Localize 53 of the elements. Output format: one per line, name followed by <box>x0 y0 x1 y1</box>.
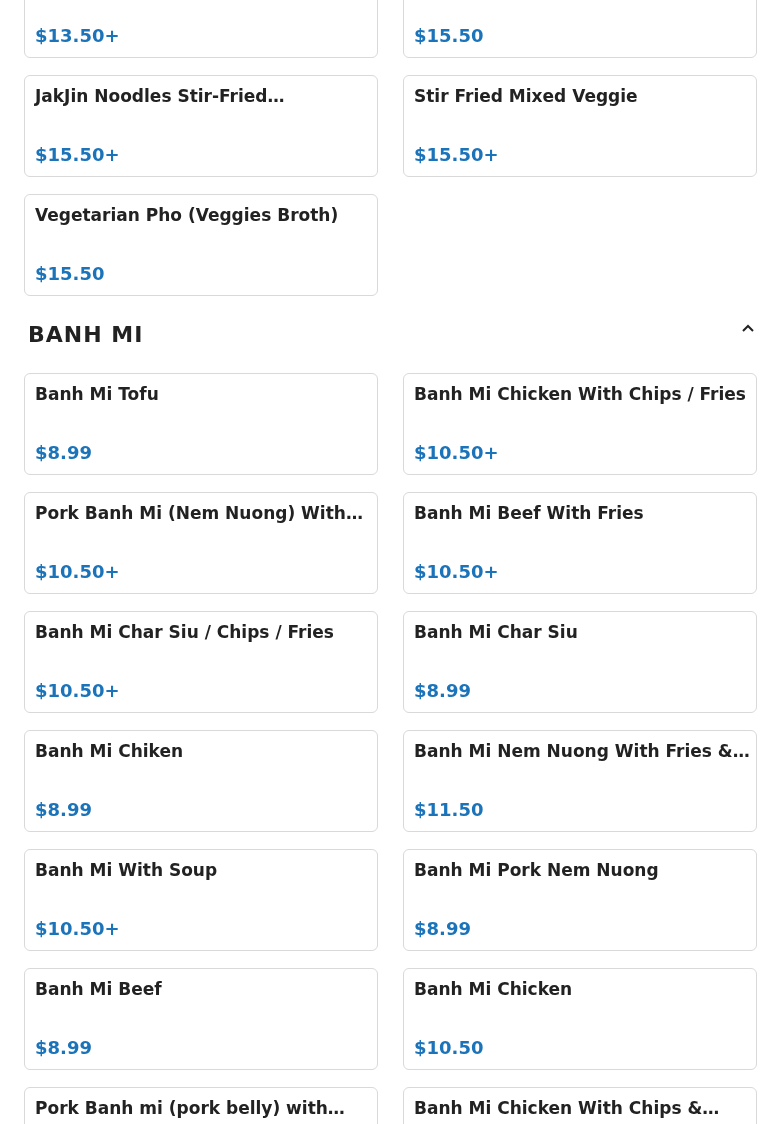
menu-item-card[interactable]: Pork Banh mi (pork belly) with… <box>24 1087 378 1124</box>
item-price: $10.50+ <box>35 917 121 941</box>
menu-item-card[interactable]: Banh Mi Char Siu $8.99 <box>403 611 757 713</box>
item-price: $8.99 <box>35 441 93 465</box>
item-price: $10.50+ <box>35 560 121 584</box>
menu-item-card[interactable]: Banh Mi Pork Nem Nuong $8.99 <box>403 849 757 951</box>
menu-item-card[interactable]: Banh Mi Beef $8.99 <box>24 968 378 1070</box>
item-name: Banh Mi Chicken <box>414 978 574 1000</box>
item-name: Pork Banh mi (pork belly) with… <box>35 1097 346 1119</box>
item-price: $8.99 <box>414 917 472 941</box>
menu-item-card[interactable]: Pork Banh Mi (Nem Nuong) With… $10.50+ <box>24 492 378 594</box>
menu-item-card[interactable]: JakJin Noodles Stir-Fried… $15.50+ <box>24 75 378 177</box>
item-price: $15.50+ <box>35 143 121 167</box>
item-price: $15.50 <box>35 262 106 286</box>
item-price: $8.99 <box>35 798 93 822</box>
menu-item-card[interactable]: Banh Mi Tofu $8.99 <box>24 373 378 475</box>
item-name: Banh Mi Beef <box>35 978 163 1000</box>
menu-item-card[interactable]: $15.50 <box>403 0 757 58</box>
item-name: Banh Mi Chicken With Chips / Fries <box>414 383 746 405</box>
menu-item-card[interactable]: Banh Mi Nem Nuong With Fries &… $11.50 <box>403 730 757 832</box>
item-name: Banh Mi Char Siu / Chips / Fries <box>35 621 335 643</box>
menu-item-card[interactable]: Banh Mi Chicken With Chips / Fries $10.50+ <box>403 373 757 475</box>
item-price: $15.50 <box>414 24 485 48</box>
item-name: Banh Mi Char Siu <box>414 621 579 643</box>
menu-item-card[interactable]: Banh Mi With Soup $10.50+ <box>24 849 378 951</box>
item-price: $10.50+ <box>414 560 500 584</box>
menu-item-card[interactable]: Banh Mi Chicken With Chips &… <box>403 1087 757 1124</box>
item-price: $13.50+ <box>35 24 121 48</box>
item-name: Banh Mi Tofu <box>35 383 160 405</box>
item-name: Pork Banh Mi (Nem Nuong) With… <box>35 502 364 524</box>
item-price: $8.99 <box>414 679 472 703</box>
section-title: BANH MI <box>28 322 144 347</box>
menu-item-card[interactable]: Vegetarian Pho (Veggies Broth) $15.50 <box>24 194 378 296</box>
item-name: Stir Fried Mixed Veggie <box>414 85 639 107</box>
item-price: $8.99 <box>35 1036 93 1060</box>
item-name: Banh Mi Chiken <box>35 740 185 762</box>
item-price: $15.50+ <box>414 143 500 167</box>
item-price: $10.50+ <box>414 441 500 465</box>
item-name: Banh Mi With Soup <box>35 859 219 881</box>
item-price: $11.50 <box>414 798 485 822</box>
menu-item-card[interactable]: Stir Fried Mixed Veggie $15.50+ <box>403 75 757 177</box>
menu-item-card[interactable]: Banh Mi Beef With Fries $10.50+ <box>403 492 757 594</box>
menu-item-card[interactable]: $13.50+ <box>24 0 378 58</box>
item-name: JakJin Noodles Stir-Fried… <box>35 85 286 107</box>
menu-item-card[interactable]: Banh Mi Chicken $10.50 <box>403 968 757 1070</box>
item-name: Banh Mi Beef With Fries <box>414 502 645 524</box>
item-name: Vegetarian Pho (Veggies Broth) <box>35 204 340 226</box>
item-name: Banh Mi Chicken With Chips &… <box>414 1097 721 1119</box>
item-price: $10.50 <box>414 1036 485 1060</box>
item-name: Banh Mi Pork Nem Nuong <box>414 859 660 881</box>
item-price: $10.50+ <box>35 679 121 703</box>
menu-item-card[interactable]: Banh Mi Char Siu / Chips / Fries $10.50+ <box>24 611 378 713</box>
menu-item-card[interactable]: Banh Mi Chiken $8.99 <box>24 730 378 832</box>
